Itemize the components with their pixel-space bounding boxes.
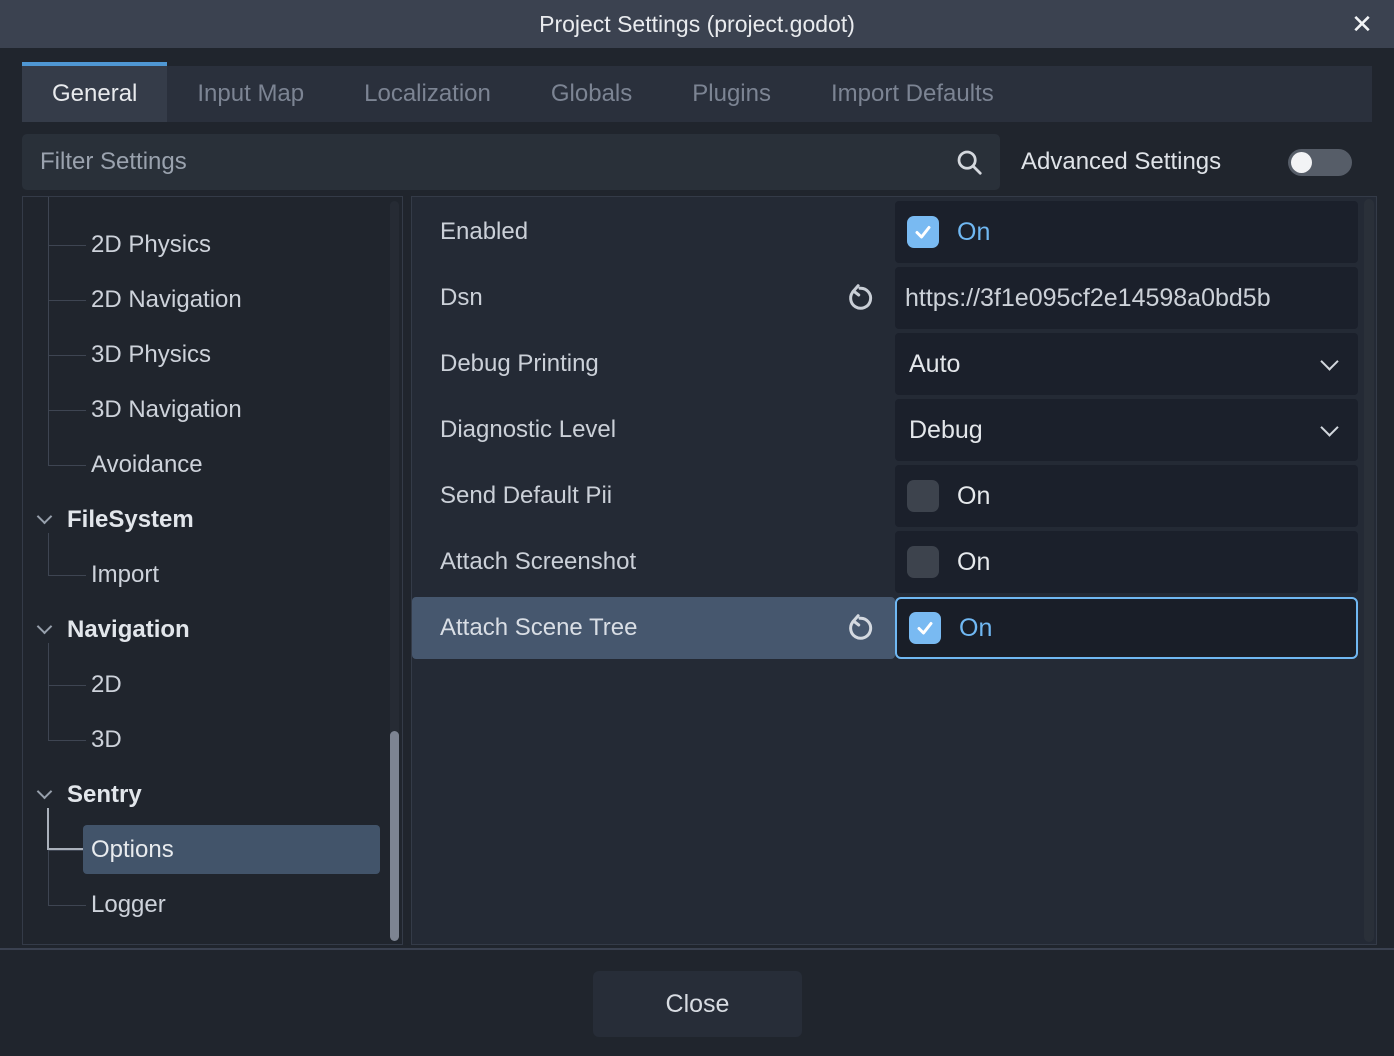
- window-title: Project Settings (project.godot): [539, 11, 855, 38]
- tree-item-3d-navigation[interactable]: 3D Navigation: [23, 382, 402, 437]
- settings-rows: Enabled On Dsn https://3f1e095cf2e1: [412, 197, 1376, 944]
- dsn-value: https://3f1e095cf2e14598a0bd5b: [895, 284, 1358, 313]
- tab-general[interactable]: General: [22, 66, 167, 122]
- tree-item-2d-physics[interactable]: 2D Physics: [23, 217, 402, 272]
- setting-row-dsn: Dsn https://3f1e095cf2e14598a0bd5b: [412, 265, 1376, 331]
- search-icon: [954, 147, 984, 177]
- setting-value-attach-scene-tree: On: [895, 597, 1358, 659]
- tab-plugins[interactable]: Plugins: [662, 66, 801, 122]
- dsn-text-field[interactable]: https://3f1e095cf2e14598a0bd5b: [895, 267, 1358, 329]
- setting-row-send-default-pii: Send Default Pii On: [412, 463, 1376, 529]
- tab-input-map[interactable]: Input Map: [167, 66, 334, 122]
- advanced-settings-toggle[interactable]: [1288, 149, 1352, 176]
- advanced-settings-label: Advanced Settings: [1021, 134, 1221, 190]
- setting-value-attach-screenshot: On: [895, 531, 1358, 593]
- diagnostic-level-dropdown[interactable]: Debug: [895, 399, 1358, 461]
- tree-item-2d-navigation[interactable]: 2D Navigation: [23, 272, 402, 327]
- checkbox-state-label: On: [957, 482, 990, 511]
- tree-item-3d[interactable]: 3D: [23, 712, 402, 767]
- debug-printing-dropdown[interactable]: Auto: [895, 333, 1358, 395]
- setting-row-enabled: Enabled On: [412, 199, 1376, 265]
- tree-item-navigation[interactable]: Navigation: [23, 602, 402, 657]
- checkbox-state-label: On: [957, 548, 990, 577]
- divider: [0, 948, 1394, 950]
- title-bar: Project Settings (project.godot) ✕: [0, 0, 1394, 48]
- tree-item-3d-physics[interactable]: 3D Physics: [23, 327, 402, 382]
- settings-scrollbar-track[interactable]: [1364, 199, 1374, 942]
- tree-item-filesystem[interactable]: FileSystem: [23, 492, 402, 547]
- chevron-down-icon[interactable]: [37, 618, 53, 634]
- tab-globals[interactable]: Globals: [521, 66, 662, 122]
- checkbox-state-label: On: [959, 614, 992, 643]
- filter-settings-input[interactable]: Filter Settings: [22, 134, 1000, 190]
- close-button[interactable]: Close: [593, 971, 802, 1037]
- toggle-knob: [1291, 152, 1312, 173]
- setting-value-send-default-pii: On: [895, 465, 1358, 527]
- dropdown-value: Auto: [895, 350, 1323, 379]
- tree-item-sentry[interactable]: Sentry: [23, 767, 402, 822]
- setting-value-enabled: On: [895, 201, 1358, 263]
- tree-item-avoidance[interactable]: Avoidance: [23, 437, 402, 492]
- settings-tree-panel: 2D Physics 2D Navigation 3D Physics 3D N…: [22, 196, 403, 945]
- filter-placeholder: Filter Settings: [22, 148, 954, 176]
- checkbox-unchecked-icon[interactable]: [907, 480, 939, 512]
- setting-row-diagnostic-level: Diagnostic Level Debug: [412, 397, 1376, 463]
- setting-label: Debug Printing: [412, 350, 599, 378]
- tab-strip: General Input Map Localization Globals P…: [22, 66, 1372, 122]
- tree-item-2d[interactable]: 2D: [23, 657, 402, 712]
- setting-label: Enabled: [412, 218, 528, 246]
- tab-import-defaults[interactable]: Import Defaults: [801, 66, 1024, 122]
- chevron-down-icon: [1320, 352, 1338, 370]
- setting-row-debug-printing: Debug Printing Auto: [412, 331, 1376, 397]
- revert-icon[interactable]: [843, 281, 877, 315]
- checkbox-checked-icon[interactable]: [907, 216, 939, 248]
- revert-icon[interactable]: [843, 611, 877, 645]
- setting-label: Attach Screenshot: [412, 548, 636, 576]
- setting-label: Dsn: [412, 284, 483, 312]
- window-close-button[interactable]: ✕: [1344, 6, 1380, 42]
- setting-label: Diagnostic Level: [412, 416, 616, 444]
- settings-tree: 2D Physics 2D Navigation 3D Physics 3D N…: [23, 197, 402, 944]
- setting-label: Send Default Pii: [412, 482, 612, 510]
- chevron-down-icon[interactable]: [37, 508, 53, 524]
- checkbox-checked-icon[interactable]: [909, 612, 941, 644]
- tree-item-import[interactable]: Import: [23, 547, 402, 602]
- dropdown-value: Debug: [895, 416, 1323, 445]
- setting-label: Attach Scene Tree: [412, 614, 637, 642]
- tab-localization[interactable]: Localization: [334, 66, 521, 122]
- chevron-down-icon: [1320, 418, 1338, 436]
- setting-row-attach-scene-tree: Attach Scene Tree On: [412, 595, 1376, 661]
- setting-row-attach-screenshot: Attach Screenshot On: [412, 529, 1376, 595]
- tree-item-logger[interactable]: Logger: [23, 877, 402, 932]
- chevron-down-icon[interactable]: [37, 783, 53, 799]
- settings-detail-panel: Enabled On Dsn https://3f1e095cf2e1: [411, 196, 1377, 945]
- tree-scrollbar-thumb[interactable]: [390, 731, 399, 941]
- tree-item-options[interactable]: Options: [23, 822, 402, 877]
- checkbox-state-label: On: [957, 218, 990, 247]
- checkbox-unchecked-icon[interactable]: [907, 546, 939, 578]
